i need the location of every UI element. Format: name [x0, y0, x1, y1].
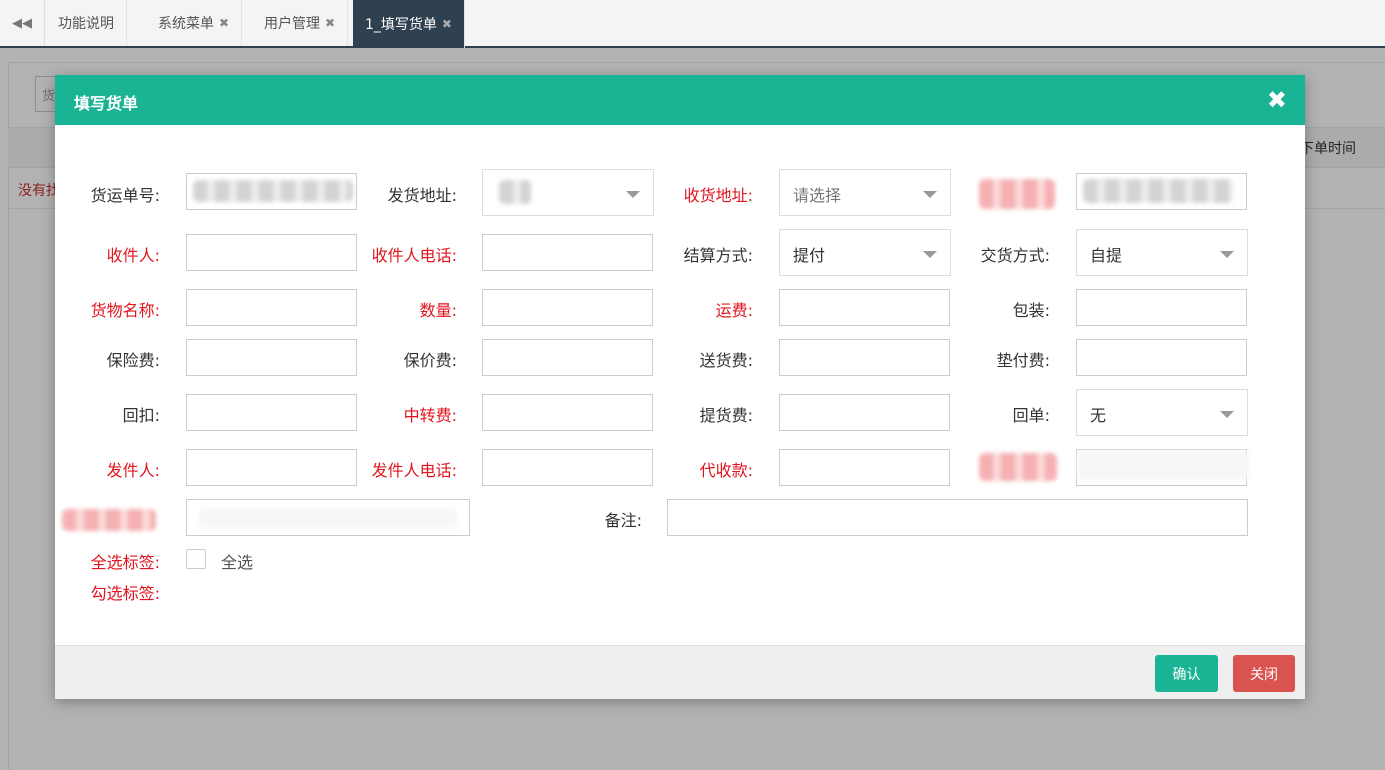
receive-address-select[interactable]: 请选择 — [779, 169, 951, 216]
cod-label: 代收款: — [699, 461, 753, 480]
remark-label: 备注: — [604, 511, 642, 530]
confirm-button[interactable]: 确认 — [1155, 655, 1218, 692]
waybill-no-label: 货运单号: — [90, 186, 160, 205]
settle-method-label: 结算方式: — [683, 246, 753, 265]
close-icon[interactable]: ✖ — [1267, 87, 1287, 113]
redacted-value — [499, 180, 531, 204]
redacted-field-input[interactable] — [186, 499, 470, 536]
redacted-value — [1083, 179, 1233, 203]
select-value: 自提 — [1090, 246, 1123, 265]
return-receipt-select[interactable]: 无 — [1076, 389, 1248, 436]
redacted-field-input[interactable] — [1076, 173, 1247, 210]
tab-label: 系统菜单 — [158, 16, 214, 32]
tab-label: 1_填写货单 — [365, 17, 437, 33]
valuation-fee-label: 保价费: — [403, 351, 457, 370]
close-button[interactable]: 关闭 — [1233, 655, 1295, 692]
packaging-input[interactable] — [1076, 289, 1247, 326]
transfer-fee-label: 中转费: — [403, 406, 457, 425]
chevron-down-icon — [1220, 251, 1234, 258]
ship-address-label: 发货地址: — [387, 186, 457, 205]
redacted-label — [979, 453, 1057, 481]
delivery-method-label: 交货方式: — [980, 246, 1050, 265]
modal-header: 填写货单 ✖ — [55, 75, 1305, 125]
tab-user-management[interactable]: 用户管理 ✖ — [252, 0, 349, 46]
fill-waybill-modal: 填写货单 ✖ 货运单号: 发货地址: 收货地址: 请选择 收件人: 收件人电话:… — [55, 75, 1305, 699]
tab-bar: ◀◀ 功能说明 系统菜单 ✖ 用户管理 ✖ 1_填写货单 ✖ — [0, 0, 1385, 48]
delivery-fee-label: 送货费: — [699, 351, 753, 370]
close-icon[interactable]: ✖ — [442, 17, 452, 31]
redacted-field-input[interactable] — [1076, 449, 1249, 486]
modal-title: 填写货单 — [74, 94, 139, 113]
select-all-checkbox-label[interactable]: 全选 — [221, 549, 253, 573]
tab-system-menu[interactable]: 系统菜单 ✖ — [146, 0, 243, 46]
quantity-label: 数量: — [419, 301, 457, 320]
packaging-label: 包装: — [1012, 301, 1050, 320]
delivery-method-select[interactable]: 自提 — [1076, 229, 1248, 276]
rebate-label: 回扣: — [122, 406, 160, 425]
pickup-fee-label: 提货费: — [699, 406, 753, 425]
goods-name-label: 货物名称: — [90, 301, 160, 320]
advance-fee-input[interactable] — [1076, 339, 1247, 376]
select-placeholder: 请选择 — [793, 186, 842, 205]
redacted-label — [62, 509, 156, 531]
close-icon[interactable]: ✖ — [219, 16, 229, 30]
insurance-fee-label: 保险费: — [106, 351, 160, 370]
checked-tags-label: 勾选标签: — [90, 584, 160, 603]
receiver-phone-label: 收件人电话: — [371, 246, 457, 265]
sender-phone-label: 发件人电话: — [371, 461, 457, 480]
select-value: 提付 — [793, 246, 826, 265]
cod-input[interactable] — [779, 449, 950, 486]
close-icon[interactable]: ✖ — [325, 16, 335, 30]
modal-footer: 确认 关闭 — [55, 645, 1305, 699]
remark-input[interactable] — [667, 499, 1248, 536]
select-all-tags-label: 全选标签: — [90, 553, 160, 572]
return-receipt-label: 回单: — [1012, 406, 1050, 425]
receive-address-label: 收货地址: — [683, 186, 753, 205]
advance-fee-label: 垫付费: — [996, 351, 1050, 370]
scroll-tabs-left-icon[interactable]: ◀◀ — [0, 0, 45, 46]
redacted-label — [979, 179, 1055, 209]
tab-label: 用户管理 — [264, 16, 320, 32]
tab-function-description[interactable]: 功能说明 — [46, 0, 127, 46]
chevron-down-icon — [1220, 411, 1234, 418]
freight-label: 运费: — [715, 301, 753, 320]
redacted-value — [1077, 450, 1249, 480]
redacted-value — [199, 508, 457, 528]
select-all-checkbox[interactable] — [186, 549, 206, 569]
select-value: 无 — [1090, 406, 1107, 425]
tab-fill-waybill[interactable]: 1_填写货单 ✖ — [353, 0, 465, 48]
receiver-label: 收件人: — [106, 246, 160, 265]
sender-label: 发件人: — [106, 461, 160, 480]
chevron-down-icon — [923, 191, 937, 198]
tab-label: 功能说明 — [58, 16, 114, 32]
